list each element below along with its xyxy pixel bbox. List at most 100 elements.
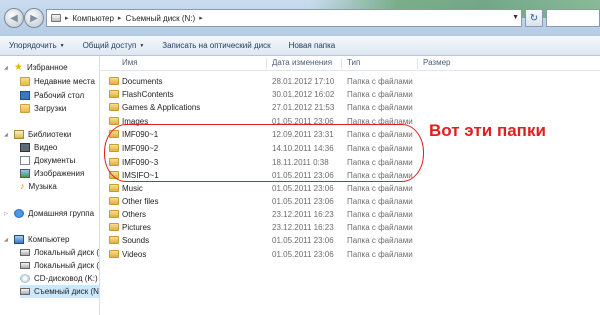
new-folder-button[interactable]: Новая папка — [280, 36, 345, 56]
highlight-ellipse — [104, 124, 424, 182]
file-type: Папка с файлами — [347, 90, 413, 99]
file-date: 27.01.2012 21:53 — [272, 103, 335, 112]
file-type: Папка с файлами — [347, 77, 413, 86]
file-name: Documents — [122, 77, 163, 86]
folder-icon — [109, 103, 119, 111]
chevron-right-icon[interactable]: ▸ — [199, 14, 203, 22]
file-name: Games & Applications — [122, 103, 201, 112]
column-type-header[interactable]: Тип — [347, 58, 360, 67]
refresh-button[interactable]: ↻ — [525, 9, 543, 27]
arrow-right-icon: ▶ — [30, 12, 38, 24]
nav-item-label: Музыка — [28, 182, 57, 191]
breadcrumb-removable-disk[interactable]: Съемный диск (N:) — [125, 14, 195, 23]
folder-icon — [109, 184, 119, 192]
expand-arrow-icon[interactable]: ▷ — [4, 211, 10, 217]
hard-drive-icon — [20, 249, 30, 256]
chevron-down-icon[interactable]: ▼ — [512, 14, 519, 21]
file-type: Папка с файлами — [347, 103, 413, 112]
burn-label: Записать на оптический диск — [162, 41, 271, 50]
nav-favorites[interactable]: ◢ ★ Избранное — [4, 61, 68, 74]
column-divider[interactable] — [417, 58, 418, 69]
nav-homegroup[interactable]: ▷ Домашняя группа — [4, 207, 94, 220]
homegroup-icon — [14, 209, 24, 218]
nav-removable-disk[interactable]: Съемный диск (N: — [20, 285, 99, 298]
file-date: 01.05.2011 23:06 — [272, 236, 334, 245]
file-date: 23.12.2011 16:23 — [272, 223, 334, 232]
expand-arrow-icon[interactable]: ◢ — [4, 237, 10, 243]
file-list: Documents 28.01.2012 17:10 Папка с файла… — [100, 71, 600, 315]
file-row[interactable]: Sounds 01.05.2011 23:06 Папка с файлами — [100, 234, 600, 247]
nav-local-disk-1[interactable]: Локальный диск ( — [20, 246, 99, 259]
file-row[interactable]: Music 01.05.2011 23:06 Папка с файлами — [100, 182, 600, 195]
breadcrumb-computer[interactable]: Компьютер — [73, 14, 114, 23]
file-name: Music — [122, 184, 143, 193]
column-divider[interactable] — [341, 58, 342, 69]
column-date-header[interactable]: Дата изменения — [272, 58, 332, 67]
nav-local-disk-2[interactable]: Локальный диск ( — [20, 259, 99, 272]
column-divider[interactable] — [266, 58, 267, 69]
file-name: Videos — [122, 250, 147, 259]
file-row[interactable]: FlashContents 30.01.2012 16:02 Папка с ф… — [100, 88, 600, 101]
file-type: Папка с файлами — [347, 223, 413, 232]
file-row[interactable]: Games & Applications 27.01.2012 21:53 Па… — [100, 101, 600, 114]
documents-icon — [20, 156, 30, 165]
navigation-pane: ◢ ★ Избранное Недавние места Рабочий сто… — [0, 56, 100, 315]
nav-images[interactable]: Изображения — [20, 167, 84, 180]
burn-button[interactable]: Записать на оптический диск — [153, 36, 279, 56]
images-icon — [20, 169, 30, 178]
nav-downloads[interactable]: Загрузки — [20, 102, 66, 115]
organize-button[interactable]: Упорядочить ▼ — [0, 36, 74, 56]
expand-arrow-icon[interactable]: ◢ — [4, 132, 10, 138]
file-row[interactable]: Others 23.12.2011 16:23 Папка с файлами — [100, 208, 600, 221]
nav-libraries-label: Библиотеки — [28, 130, 72, 139]
file-row[interactable]: Pictures 23.12.2011 16:23 Папка с файлам… — [100, 221, 600, 234]
nav-computer[interactable]: ◢ Компьютер — [4, 233, 69, 246]
title-bar: ◀ ▶ ▸ Компьютер ▸ Съемный диск (N:) ▸ ▼ … — [0, 0, 600, 36]
file-name: FlashContents — [122, 90, 174, 99]
nav-item-label: Локальный диск ( — [34, 261, 100, 270]
nav-documents[interactable]: Документы — [20, 154, 75, 167]
file-row[interactable]: Other files 01.05.2011 23:06 Папка с фай… — [100, 195, 600, 208]
folder-icon — [109, 210, 119, 218]
chevron-right-icon[interactable]: ▸ — [118, 14, 122, 22]
share-button[interactable]: Общий доступ ▼ — [74, 36, 154, 56]
nav-music[interactable]: ♪ Музыка — [20, 180, 57, 193]
expand-arrow-icon[interactable]: ◢ — [4, 65, 10, 71]
file-type: Папка с файлами — [347, 184, 413, 193]
nav-cd-drive[interactable]: CD-дисковод (K:) I — [20, 272, 99, 285]
nav-recent-places[interactable]: Недавние места — [20, 75, 95, 88]
libraries-icon — [14, 130, 24, 139]
file-type: Папка с файлами — [347, 236, 413, 245]
file-date: 01.05.2011 23:06 — [272, 197, 334, 206]
nav-libraries[interactable]: ◢ Библиотеки — [4, 128, 71, 141]
nav-homegroup-label: Домашняя группа — [28, 209, 95, 218]
column-name-header[interactable]: Имя — [122, 58, 138, 67]
chevron-down-icon: ▼ — [59, 42, 65, 49]
nav-video[interactable]: Видео — [20, 141, 57, 154]
address-bar[interactable]: ▸ Компьютер ▸ Съемный диск (N:) ▸ ▼ — [46, 9, 522, 27]
file-name: Sounds — [122, 236, 150, 245]
column-size-header[interactable]: Размер — [423, 58, 451, 67]
organize-label: Упорядочить — [9, 41, 57, 50]
file-date: 23.12.2011 16:23 — [272, 210, 334, 219]
folder-icon — [109, 90, 119, 98]
folder-icon — [109, 77, 119, 85]
chevron-right-icon[interactable]: ▸ — [65, 14, 69, 22]
forward-button[interactable]: ▶ — [24, 8, 44, 28]
back-button[interactable]: ◀ — [4, 8, 24, 28]
file-row[interactable]: Documents 28.01.2012 17:10 Папка с файла… — [100, 75, 600, 88]
file-name: Pictures — [122, 223, 151, 232]
nav-item-label: Рабочий стол — [34, 91, 85, 100]
command-bar: Упорядочить ▼ Общий доступ ▼ Записать на… — [0, 36, 600, 56]
drive-icon — [51, 14, 61, 22]
nav-item-label: Документы — [34, 156, 76, 165]
nav-item-label: Изображения — [34, 169, 85, 178]
arrow-left-icon: ◀ — [10, 12, 18, 24]
cd-drive-icon — [20, 274, 30, 283]
nav-desktop[interactable]: Рабочий стол — [20, 89, 84, 102]
file-row[interactable]: Videos 01.05.2011 23:06 Папка с файлами — [100, 248, 600, 261]
star-icon: ★ — [14, 62, 23, 73]
search-input[interactable] — [546, 9, 600, 27]
removable-drive-icon — [20, 288, 30, 295]
nav-computer-label: Компьютер — [28, 235, 70, 244]
